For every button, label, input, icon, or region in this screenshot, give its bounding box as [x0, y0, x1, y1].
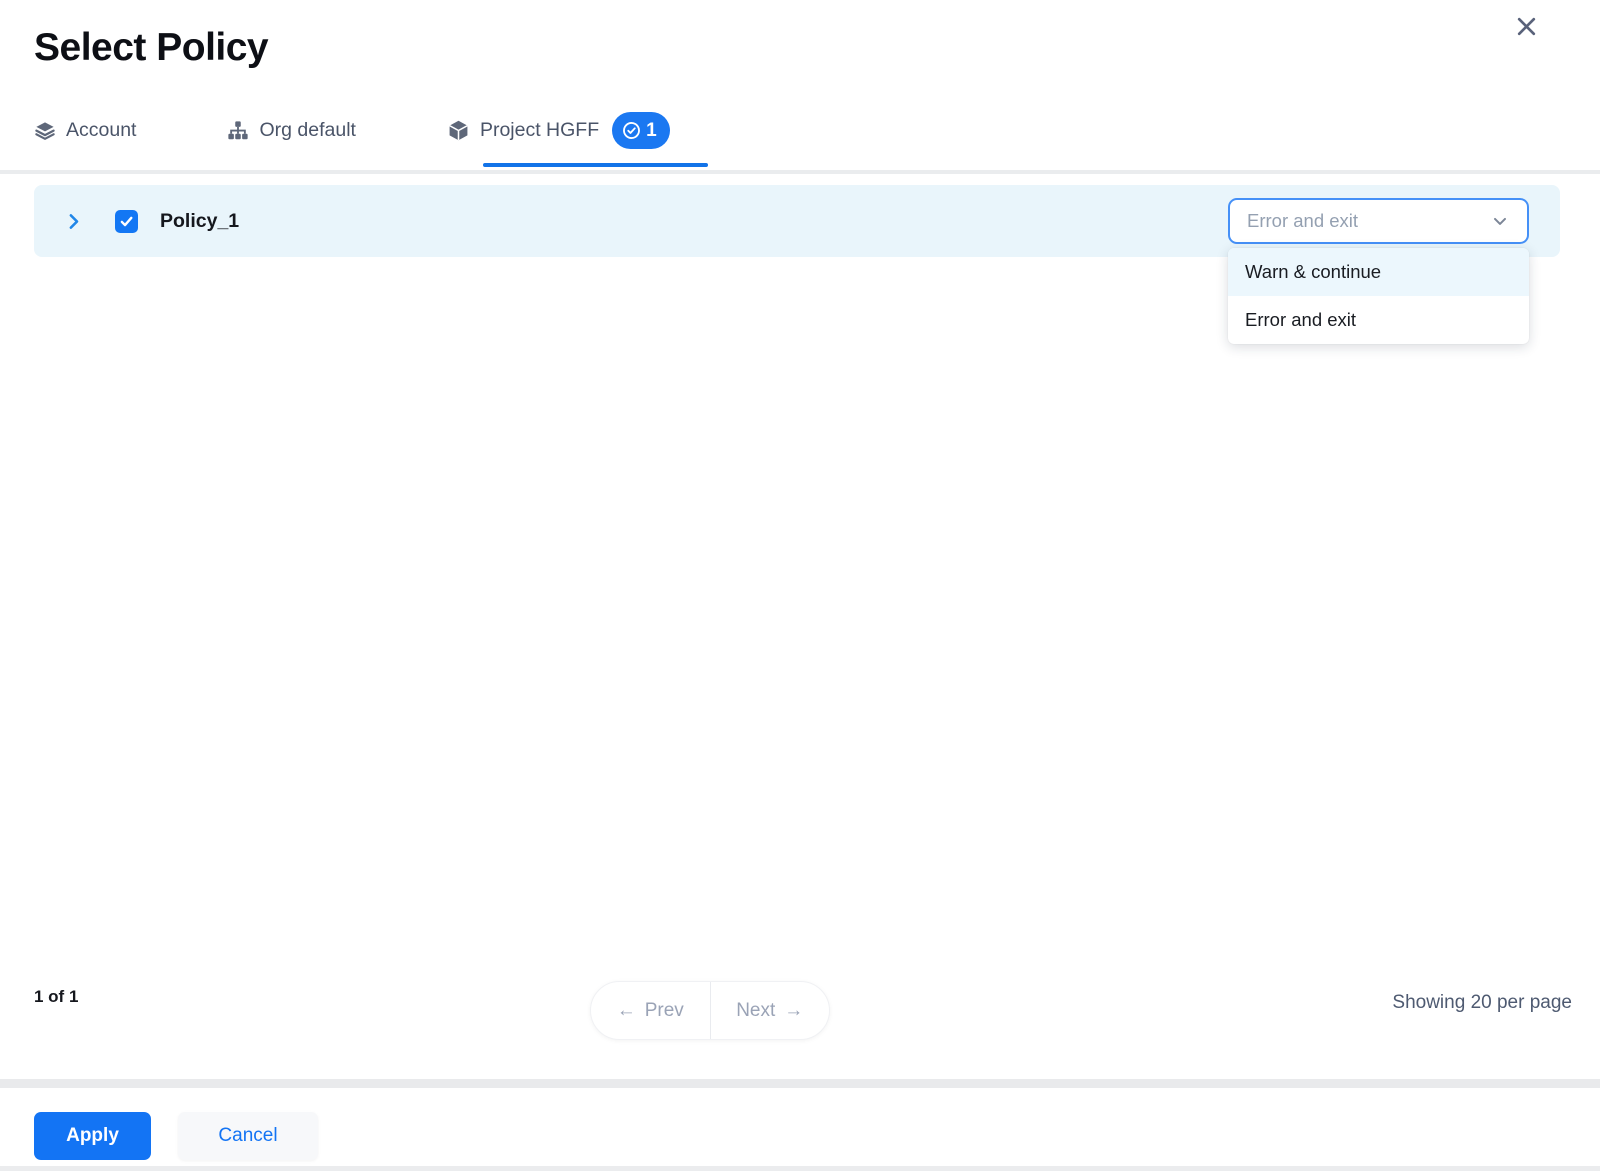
pager: ← Prev Next → — [590, 981, 830, 1040]
check-circle-icon — [621, 120, 642, 141]
tab-account[interactable]: Account — [34, 119, 136, 142]
policy-checkbox[interactable] — [115, 210, 138, 233]
page-info: 1 of 1 — [34, 987, 78, 1007]
arrow-left-icon: ← — [617, 1000, 636, 1022]
badge-count: 1 — [646, 120, 657, 142]
select-value: Error and exit — [1247, 210, 1358, 232]
cancel-button[interactable]: Cancel — [178, 1112, 318, 1160]
tab-label: Org default — [259, 119, 355, 142]
prev-label: Prev — [645, 1000, 684, 1022]
action-select[interactable]: Error and exit — [1228, 198, 1529, 244]
policy-row: Policy_1 Error and exit — [34, 185, 1560, 257]
bottom-edge-divider — [0, 1166, 1600, 1171]
close-icon — [1514, 14, 1539, 39]
policy-name: Policy_1 — [160, 210, 239, 233]
tab-org-default[interactable]: Org default — [227, 119, 355, 142]
action-dropdown-menu: Warn & continue Error and exit — [1228, 248, 1529, 344]
page-title: Select Policy — [34, 26, 268, 70]
close-button[interactable] — [1508, 8, 1544, 44]
next-button[interactable]: Next → — [711, 982, 830, 1039]
arrow-right-icon: → — [784, 1000, 803, 1022]
per-page-text: Showing 20 per page — [1392, 992, 1572, 1014]
chevron-down-icon — [1490, 211, 1510, 231]
chevron-right-icon — [63, 211, 84, 232]
tab-label: Project HGFF — [480, 119, 599, 142]
expand-row-button[interactable] — [61, 209, 85, 233]
tab-label: Account — [66, 119, 136, 142]
prev-button[interactable]: ← Prev — [591, 982, 710, 1039]
select-policy-modal: Select Policy Account — [0, 0, 1600, 1171]
dropdown-option-error-exit[interactable]: Error and exit — [1228, 296, 1529, 344]
tab-bar: Account Org default Project — [34, 112, 670, 149]
active-tab-underline — [483, 163, 708, 167]
next-label: Next — [736, 1000, 775, 1022]
footer-divider — [0, 1079, 1600, 1088]
selected-count-badge: 1 — [612, 112, 670, 149]
tabs-divider — [0, 170, 1600, 174]
check-icon — [118, 213, 135, 230]
dropdown-option-warn-continue[interactable]: Warn & continue — [1228, 248, 1529, 296]
package-icon — [447, 119, 470, 142]
tab-project-hgff[interactable]: Project HGFF 1 — [447, 112, 670, 149]
layers-icon — [34, 120, 56, 142]
apply-button[interactable]: Apply — [34, 1112, 151, 1160]
sitemap-icon — [227, 120, 249, 142]
